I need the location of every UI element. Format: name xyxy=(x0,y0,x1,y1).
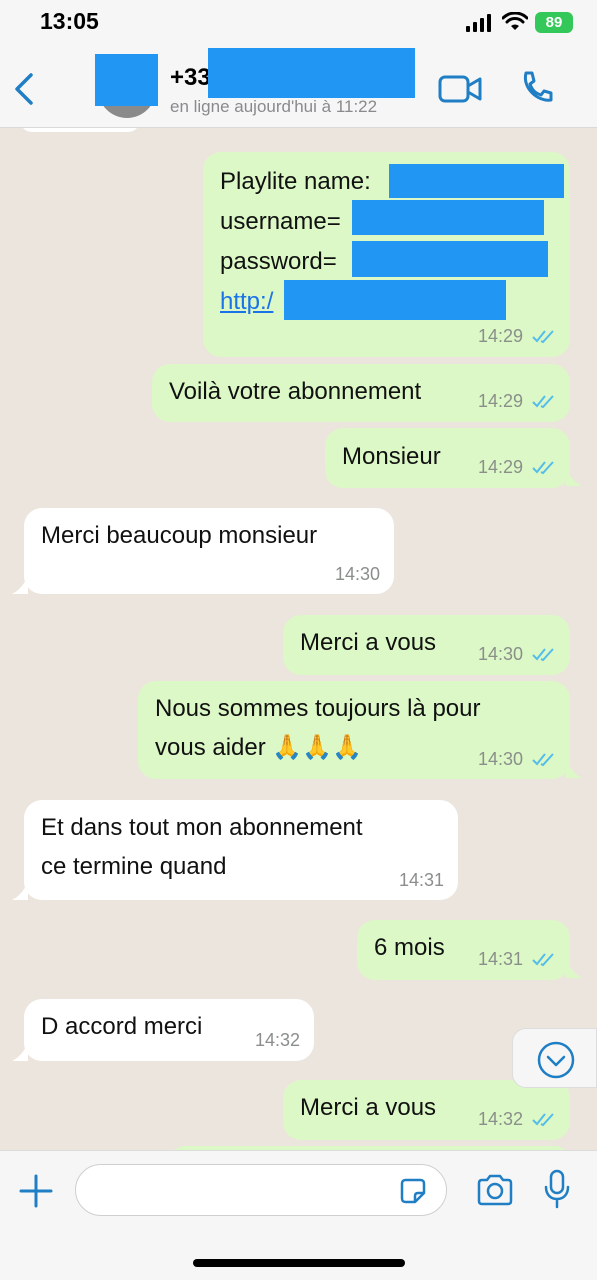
message-text: Voilà votre abonnement xyxy=(169,378,422,405)
message-meta: 14:30 xyxy=(478,749,556,770)
message-bubble-incoming[interactable]: Et dans tout mon abonnement ce termine q… xyxy=(24,800,458,900)
redaction-block xyxy=(284,280,506,320)
message-time: 14:30 xyxy=(477,749,523,769)
camera-icon[interactable] xyxy=(476,1173,514,1207)
sticker-icon[interactable] xyxy=(398,1176,428,1206)
message-time: 14:29 xyxy=(477,391,523,411)
message-meta: 14:29 xyxy=(478,457,556,478)
bubble-tail xyxy=(566,468,582,486)
plus-icon[interactable] xyxy=(18,1173,54,1209)
message-text: Merci a vous xyxy=(300,1094,437,1121)
message-time: 14:29 xyxy=(477,457,523,477)
message-bubble-outgoing[interactable]: Voilà votre abonnement 14:29 xyxy=(152,364,570,422)
message-meta: 14:30 xyxy=(478,644,556,665)
bubble-tail xyxy=(566,760,582,778)
cellular-signal-icon xyxy=(466,14,491,32)
message-input[interactable] xyxy=(75,1164,447,1216)
redaction-block xyxy=(208,48,415,98)
message-time: 14:32 xyxy=(477,1109,523,1129)
message-text: Playlite name: xyxy=(220,168,371,195)
phone-call-icon[interactable] xyxy=(518,70,554,106)
wifi-icon xyxy=(502,12,528,30)
message-time: 14:31 xyxy=(398,870,444,890)
message-bubble-outgoing[interactable]: 6 mois 14:31 xyxy=(357,920,570,980)
message-text: D accord merci xyxy=(41,1013,203,1040)
redaction-block xyxy=(95,54,158,106)
read-receipt-icon xyxy=(532,330,554,344)
message-list[interactable]: Playlite name: username= password= http:… xyxy=(0,128,597,1150)
redaction-block xyxy=(352,241,548,277)
message-text: Merci beaucoup monsieur xyxy=(41,522,318,549)
video-call-icon[interactable] xyxy=(438,74,482,104)
status-time: 13:05 xyxy=(40,8,99,34)
message-text: vous aider 🙏🙏🙏 xyxy=(155,734,363,761)
message-link[interactable]: http:/ xyxy=(220,282,273,321)
message-text: Et dans tout mon abonnement xyxy=(41,814,363,841)
message-bubble-outgoing[interactable]: Merci a vous 14:30 xyxy=(283,615,570,675)
status-bar: 13:05 89 xyxy=(0,0,597,48)
message-meta: 14:32 xyxy=(255,1030,300,1051)
message-meta: 14:31 xyxy=(478,949,556,970)
message-time: 14:29 xyxy=(477,326,523,346)
message-text: Merci a vous xyxy=(300,629,437,656)
contact-status: en ligne aujourd'hui à 11:22 xyxy=(170,97,378,116)
message-bubble-outgoing[interactable]: Merci a vous 14:32 xyxy=(283,1080,570,1140)
redaction-block xyxy=(352,200,544,235)
message-bubble-incoming[interactable]: D accord merci 14:32 xyxy=(24,999,314,1061)
message-text: Monsieur xyxy=(342,443,441,470)
message-time: 14:32 xyxy=(254,1030,300,1050)
chat-header: +33 en ligne aujourd'hui à 11:22 xyxy=(0,48,597,128)
message-text: 6 mois xyxy=(374,934,445,961)
microphone-icon[interactable] xyxy=(543,1169,571,1209)
contact-name[interactable]: +33 xyxy=(170,64,211,92)
message-text: password= xyxy=(220,248,337,275)
bubble-tail xyxy=(12,882,28,900)
read-receipt-icon xyxy=(532,1113,554,1127)
message-meta: 14:30 xyxy=(335,564,380,585)
message-time: 14:31 xyxy=(477,949,523,969)
message-bubble-partial xyxy=(20,128,140,132)
scroll-to-bottom-button[interactable] xyxy=(512,1028,597,1088)
message-bubble-outgoing[interactable]: Nous sommes toujours là pour vous aider … xyxy=(138,681,570,779)
message-text: username= xyxy=(220,208,341,235)
composer-bar xyxy=(0,1150,597,1280)
chevron-down-circle-icon xyxy=(537,1041,575,1079)
read-receipt-icon xyxy=(532,395,554,409)
redaction-block xyxy=(389,164,564,198)
message-meta: 14:29 xyxy=(478,391,556,412)
message-time: 14:30 xyxy=(334,564,380,584)
bubble-tail xyxy=(12,1043,28,1061)
bubble-tail xyxy=(566,960,582,978)
home-indicator[interactable] xyxy=(193,1259,405,1267)
read-receipt-icon xyxy=(532,753,554,767)
message-time: 14:30 xyxy=(477,644,523,664)
message-meta: 14:29 xyxy=(478,326,556,347)
read-receipt-icon xyxy=(532,953,554,967)
back-chevron-icon[interactable] xyxy=(12,72,36,106)
read-receipt-icon xyxy=(532,648,554,662)
message-text: Nous sommes toujours là pour xyxy=(155,695,481,722)
message-meta: 14:32 xyxy=(478,1109,556,1130)
read-receipt-icon xyxy=(532,461,554,475)
message-bubble-incoming[interactable]: Merci beaucoup monsieur 14:30 xyxy=(24,508,394,594)
battery-indicator: 89 xyxy=(535,12,573,33)
message-bubble-outgoing[interactable]: Monsieur 14:29 xyxy=(325,428,570,488)
message-text: ce termine quand xyxy=(41,853,227,880)
message-meta: 14:31 xyxy=(399,870,444,891)
bubble-tail xyxy=(12,576,28,594)
